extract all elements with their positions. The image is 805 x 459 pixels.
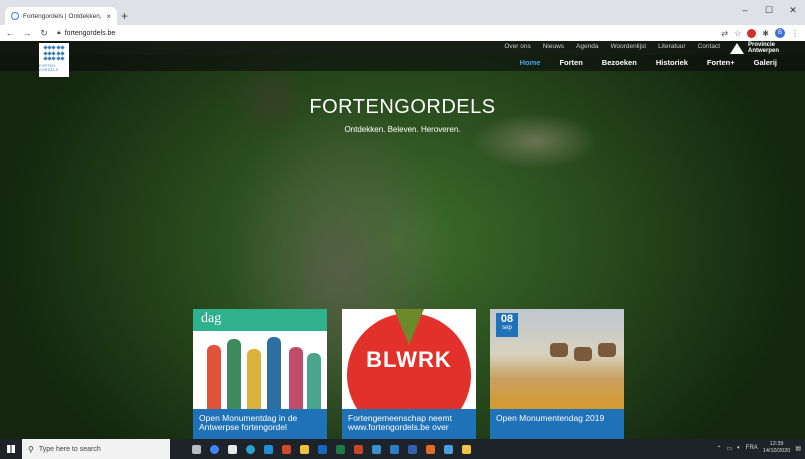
edge-app-icon[interactable]	[246, 444, 255, 454]
task-view-icon[interactable]	[192, 444, 201, 454]
browser-tab[interactable]: Fortengordels | Ontdekken, Beleven... ×	[5, 7, 117, 25]
start-button[interactable]	[0, 445, 22, 453]
extensions-puzzle-icon[interactable]: ✱	[762, 29, 769, 38]
app-icon[interactable]	[390, 444, 399, 454]
news-card-open-monumentendag[interactable]: 08 sep Open Monumentendag 2019	[490, 309, 624, 439]
windows-logo-icon	[7, 445, 15, 453]
maximize-button[interactable]: ☐	[757, 0, 781, 20]
fortengordels-logo[interactable]: FORTEN GORDELS	[39, 43, 69, 77]
nav-nieuws[interactable]: Nieuws	[543, 43, 564, 50]
logo-text: FORTEN GORDELS	[39, 64, 59, 72]
translate-icon[interactable]: ⇄	[721, 29, 728, 38]
app-icon[interactable]	[264, 444, 273, 454]
windows-taskbar: ⚲ Type here to search ⌃ ▭ 🔈︎ FRA 12:39 1…	[0, 439, 805, 459]
hero-title: FORTENGORDELS	[309, 96, 496, 118]
nav-contact[interactable]: Contact	[698, 43, 720, 50]
province-triangle-icon	[729, 42, 744, 54]
volume-icon[interactable]: 🔈︎	[737, 445, 741, 452]
hero-subtitle: Ontdekken. Beleven. Heroveren.	[344, 125, 461, 134]
card-caption: Open Monumentendag 2019	[490, 409, 624, 439]
store-app-icon[interactable]	[228, 444, 237, 454]
powerpoint-app-icon[interactable]	[354, 444, 363, 454]
nav-woordenlijst[interactable]: Woordenlijst	[610, 43, 646, 50]
clock[interactable]: 12:39 14/10/2020	[763, 441, 791, 455]
card-caption: Open Monumentdag in de Antwerpse forteng…	[193, 409, 327, 439]
system-tray: ⌃ ▭ 🔈︎ FRA 12:39 14/10/2020 ▤	[716, 441, 801, 455]
site-favicon-icon	[11, 12, 19, 20]
app-icon[interactable]	[444, 444, 453, 454]
event-date-month: sep	[502, 325, 512, 331]
card-caption: Fortengemeenschap neemt www.fortengordel…	[342, 409, 476, 439]
event-date-badge: 08 sep	[496, 313, 518, 337]
tab-close-icon[interactable]: ×	[106, 12, 111, 21]
minimize-button[interactable]: –	[733, 0, 757, 20]
menu-kebab-icon[interactable]: ⋮	[791, 29, 799, 38]
browser-tabstrip: Fortengordels | Ontdekken, Beleven... × …	[0, 0, 805, 25]
close-window-button[interactable]: ✕	[781, 0, 805, 20]
back-arrow-icon[interactable]: ←	[3, 28, 17, 38]
nav-forten[interactable]: Forten	[559, 58, 582, 67]
nav-agenda[interactable]: Agenda	[576, 43, 598, 50]
event-date-day: 08	[500, 313, 514, 325]
bookmark-star-icon[interactable]: ☆	[734, 29, 741, 38]
search-placeholder: Type here to search	[38, 445, 101, 453]
language-indicator[interactable]: FRA	[746, 445, 758, 451]
nav-historiek[interactable]: Historiek	[656, 58, 688, 67]
secondary-nav: Over ons Nieuws Agenda Woordenlijst Lite…	[504, 43, 720, 50]
taskbar-search[interactable]: ⚲ Type here to search	[22, 439, 170, 459]
card-image: dag	[193, 309, 327, 409]
search-icon: ⚲	[28, 444, 34, 454]
clock-date: 14/10/2020	[762, 448, 791, 454]
nav-forten-plus[interactable]: Forten+	[707, 58, 735, 67]
window-controls: – ☐ ✕	[733, 0, 805, 20]
card-image-word: dag	[201, 311, 222, 326]
app-icon[interactable]	[282, 444, 291, 454]
new-tab-button[interactable]: +	[121, 9, 128, 23]
app-icon[interactable]	[372, 444, 381, 454]
news-card-monumentdag[interactable]: dag Open Monumentdag in de Antwerpse for…	[193, 309, 327, 439]
notifications-icon[interactable]: ▤	[795, 445, 801, 452]
province-name: Provincie Antwerpen	[747, 42, 779, 54]
taskbar-apps	[192, 444, 471, 454]
card-image: 08 sep	[490, 309, 624, 409]
chrome-app-icon[interactable]	[210, 444, 219, 454]
provincie-antwerpen-logo[interactable]: Provincie Antwerpen	[729, 42, 779, 54]
toolbar-actions: ⇄ ☆ ✱ B ⋮	[721, 28, 799, 38]
outlook-app-icon[interactable]	[318, 444, 327, 454]
nav-galerij[interactable]: Galerij	[754, 58, 777, 67]
excel-app-icon[interactable]	[336, 444, 345, 454]
tray-chevron-icon[interactable]: ⌃	[716, 445, 721, 452]
url-text: fortengordels.be	[64, 29, 116, 37]
explorer-app-icon[interactable]	[462, 444, 471, 454]
clock-time: 12:39	[769, 441, 784, 447]
nav-home[interactable]: Home	[520, 58, 541, 67]
nav-bezoeken[interactable]: Bezoeken	[602, 58, 637, 67]
card-title[interactable]: Fortengemeenschap neemt www.fortengordel…	[348, 414, 470, 432]
lock-icon: 🔒︎	[57, 29, 61, 36]
website-viewport: Over ons Nieuws Agenda Woordenlijst Lite…	[0, 41, 805, 439]
card-title[interactable]: Open Monumentdag in de Antwerpse forteng…	[199, 414, 321, 432]
profile-avatar[interactable]: B	[775, 28, 785, 38]
reload-icon[interactable]: ↻	[37, 28, 51, 39]
word-app-icon[interactable]	[408, 444, 417, 454]
forward-arrow-icon[interactable]: →	[20, 28, 34, 38]
browser-toolbar: ← → ↻ 🔒︎ fortengordels.be ⇄ ☆ ✱ B ⋮	[0, 25, 805, 41]
card-image: BLWRK	[342, 309, 476, 437]
files-app-icon[interactable]	[300, 444, 309, 454]
address-bar[interactable]: 🔒︎ fortengordels.be	[57, 29, 721, 37]
app-icon[interactable]	[426, 444, 435, 454]
extension-icon[interactable]	[747, 28, 757, 38]
tab-title: Fortengordels | Ontdekken, Beleven...	[23, 12, 102, 20]
blwrk-logo-text: BLWRK	[366, 347, 452, 372]
nav-literatuur[interactable]: Literatuur	[658, 43, 685, 50]
logo-mark-icon	[43, 45, 65, 62]
network-icon[interactable]: ▭	[727, 445, 733, 452]
main-nav: Home Forten Bezoeken Historiek Forten+ G…	[520, 58, 777, 67]
news-card-blwrk[interactable]: BLWRK Fortengemeenschap neemt www.forten…	[342, 309, 476, 439]
nav-over-ons[interactable]: Over ons	[504, 43, 530, 50]
card-title[interactable]: Open Monumentendag 2019	[496, 414, 618, 423]
